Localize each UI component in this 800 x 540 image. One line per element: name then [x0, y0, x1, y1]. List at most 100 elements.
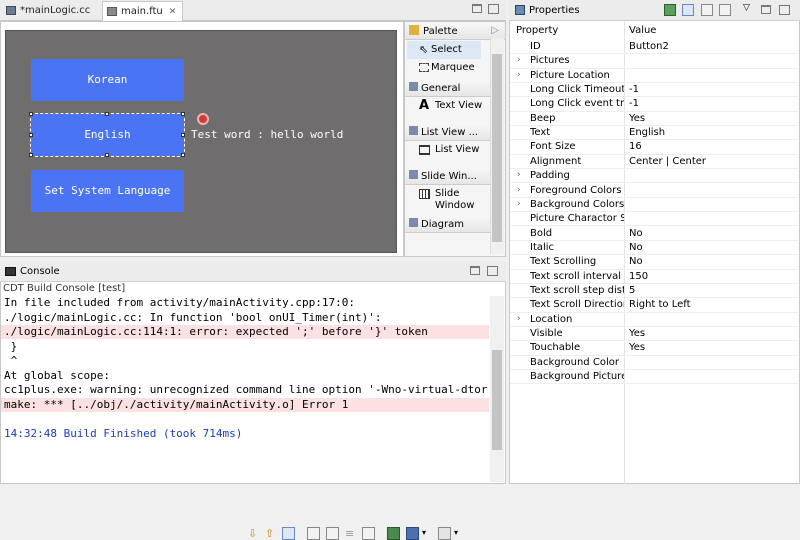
clear-icon[interactable]: ≡ [345, 527, 358, 540]
resize-handle[interactable] [29, 112, 33, 116]
cpp-file-icon [6, 6, 16, 15]
console-line: make: *** [../obj/./activity/mainActivit… [1, 397, 489, 412]
arrow-down-icon[interactable]: ⇩ [248, 527, 261, 540]
slide-window-icon [419, 189, 430, 199]
property-value[interactable]: Right to Left [629, 299, 691, 310]
property-value[interactable]: 5 [629, 285, 635, 296]
resize-handle[interactable] [181, 153, 185, 157]
property-value[interactable]: Yes [629, 342, 645, 353]
property-value[interactable]: Button2 [629, 41, 669, 52]
palette-section-slide-window[interactable]: Slide Win... [405, 167, 491, 185]
palette-item-slide-window[interactable]: Slide Window [405, 185, 485, 209]
clear-console-icon[interactable] [362, 527, 375, 540]
minimize-icon[interactable] [470, 266, 480, 275]
property-value[interactable]: English [629, 127, 665, 138]
property-value[interactable]: -1 [629, 84, 639, 95]
palette-section-general[interactable]: General [405, 79, 491, 97]
english-button[interactable]: English [30, 113, 185, 157]
display-console-icon[interactable] [406, 527, 419, 540]
console-scroll-thumb[interactable] [492, 350, 502, 450]
property-name: Text scroll step distan [530, 284, 624, 296]
resize-handle[interactable] [105, 153, 109, 157]
folder-icon [409, 82, 418, 91]
resize-handle[interactable] [181, 112, 185, 116]
property-value[interactable]: -1 [629, 98, 639, 109]
link-icon[interactable] [282, 527, 295, 540]
view-menu-icon[interactable]: ▽ [743, 3, 750, 13]
tab-main-ftu[interactable]: main.ftu ✕ [102, 1, 184, 21]
resize-handle[interactable] [105, 112, 109, 116]
word-wrap-icon[interactable] [326, 527, 339, 540]
palette-icon [409, 25, 419, 35]
palette-section-list-view[interactable]: List View ... [405, 123, 491, 141]
property-value[interactable]: No [629, 256, 643, 267]
property-name: ID [530, 41, 541, 52]
console-subtitle: CDT Build Console [test] [3, 283, 126, 294]
maximize-icon[interactable] [779, 5, 790, 15]
property-value[interactable]: No [629, 228, 643, 239]
console-line: ./logic/mainLogic.cc:114:1: error: expec… [1, 325, 489, 339]
expand-arrow-icon[interactable]: › [517, 55, 521, 65]
console-line: ^ [4, 354, 18, 367]
palette-section-diagram[interactable]: Diagram [405, 215, 491, 233]
marquee-icon [419, 63, 429, 72]
tab-mainlogic[interactable]: *mainLogic.cc [2, 1, 96, 21]
set-system-language-button[interactable]: Set System Language [31, 170, 184, 212]
resize-handle[interactable] [29, 133, 33, 137]
folder-icon [409, 170, 418, 179]
property-value[interactable]: Yes [629, 328, 645, 339]
expand-arrow-icon[interactable]: ▷ [491, 25, 499, 36]
scroll-lock-icon[interactable] [307, 527, 320, 540]
property-value[interactable]: No [629, 242, 643, 253]
expand-arrow-icon[interactable]: › [517, 70, 521, 80]
expand-arrow-icon[interactable]: › [517, 170, 521, 180]
advanced-icon[interactable] [682, 4, 694, 16]
close-icon[interactable]: ✕ [169, 7, 177, 17]
property-name: Long Click event trigg [530, 98, 624, 110]
properties-icon [515, 5, 525, 15]
arrow-up-icon[interactable]: ⇧ [265, 527, 278, 540]
property-value[interactable]: 16 [629, 141, 642, 152]
ui-canvas[interactable]: Korean English Set System Language Test … [5, 30, 397, 253]
property-value[interactable]: Yes [629, 113, 645, 124]
console-header: Console ⇩ ⇧ ≡ ▾ ▾ [0, 262, 506, 540]
test-text-view[interactable]: Test word : hello world [191, 128, 343, 141]
property-name: Background Colors [530, 198, 624, 210]
property-name: Location [530, 313, 573, 325]
resize-handle[interactable] [181, 133, 185, 137]
expand-arrow-icon[interactable]: › [517, 185, 521, 195]
palette-scroll-thumb[interactable] [492, 54, 502, 242]
value-column-header[interactable]: Value [629, 25, 656, 36]
chevron-down-icon[interactable]: ▾ [422, 528, 426, 537]
property-name: Touchable [530, 342, 581, 354]
palette-item-select[interactable]: ⇖ Select [407, 41, 481, 59]
maximize-icon[interactable] [487, 266, 498, 276]
chevron-down-icon[interactable]: ▾ [454, 528, 458, 537]
property-name: Background Picture [530, 371, 624, 383]
expand-arrow-icon[interactable]: › [517, 314, 521, 324]
pin-console-icon[interactable] [387, 527, 400, 540]
property-value[interactable]: Center | Center [629, 156, 706, 167]
text-view-icon: A [419, 98, 430, 113]
open-console-icon[interactable] [438, 527, 451, 540]
property-name: Long Click Timeout [530, 84, 624, 96]
minimize-icon[interactable] [761, 5, 771, 14]
korean-button[interactable]: Korean [31, 59, 184, 101]
console-line: cc1plus.exe: warning: unrecognized comma… [4, 383, 495, 396]
property-name: Pictures [530, 55, 570, 67]
maximize-icon[interactable] [488, 4, 499, 14]
minimize-icon[interactable] [472, 4, 482, 13]
property-name: Font Size [530, 141, 576, 153]
filter-icon[interactable] [701, 4, 713, 16]
categories-icon[interactable] [664, 4, 676, 16]
drag-cursor-icon [197, 113, 209, 125]
console-line: ./logic/mainLogic.cc: In function 'bool … [4, 310, 382, 324]
expand-arrow-icon[interactable]: › [517, 199, 521, 209]
property-column-header[interactable]: Property [516, 25, 558, 36]
properties-header: Properties ▽ [509, 0, 800, 21]
console-line: At global scope: [4, 368, 110, 382]
restore-default-icon[interactable] [719, 4, 731, 16]
property-value[interactable]: 150 [629, 271, 648, 282]
resize-handle[interactable] [29, 153, 33, 157]
console-line: } [4, 339, 18, 353]
